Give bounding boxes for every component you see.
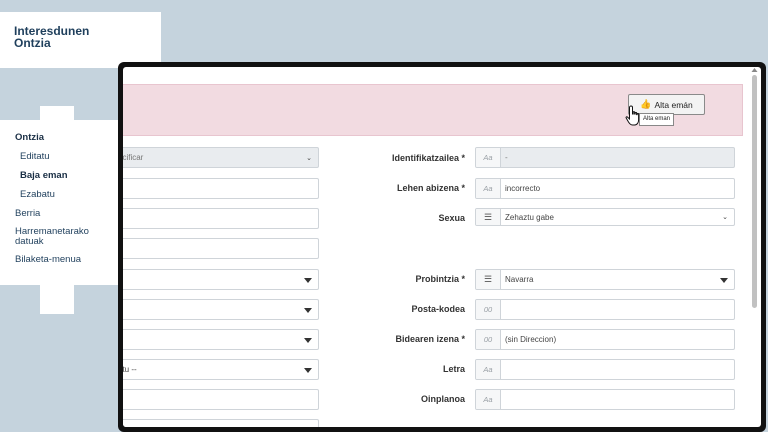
- label-letra: Letra: [442, 364, 465, 374]
- left-select-5[interactable]: [123, 269, 319, 290]
- text-addon-icon: Aa: [476, 360, 501, 379]
- letra-input[interactable]: Aa: [475, 359, 735, 380]
- caret-down-icon: [304, 338, 312, 343]
- bidearen-izena-input[interactable]: 00 (sin Direccion): [475, 329, 735, 350]
- left-select-1[interactable]: ecificar ⌄: [123, 147, 319, 168]
- number-addon-icon: 00: [476, 330, 501, 349]
- form-screen: 👍 Alta emán Alta eman ecificar ⌄ o: [123, 67, 761, 427]
- left-select-7[interactable]: [123, 329, 319, 350]
- posta-kodea-input[interactable]: 00: [475, 299, 735, 320]
- sexua-select[interactable]: ☰ Zehaztu gabe ⌄: [475, 208, 735, 226]
- sidebar-item-ontzia[interactable]: Ontzia: [0, 132, 120, 144]
- alta-eman-label: Alta emán: [654, 99, 693, 110]
- sidebar-item-ezabatu[interactable]: Ezabatu: [0, 189, 120, 201]
- sidebar-item-berria[interactable]: Berria: [0, 208, 120, 220]
- label-bidearen-izena: Bidearen izena *: [395, 334, 465, 344]
- app-title-line2: Ontzia: [14, 36, 51, 50]
- sidebar-item-harremanetarako[interactable]: Harremanetarako datuak: [0, 227, 100, 247]
- label-oinplanoa: Oinplanoa: [420, 394, 465, 404]
- label-posta-kodea: Posta-kodea: [411, 304, 465, 314]
- list-icon: ☰: [476, 209, 501, 225]
- list-icon: ☰: [476, 270, 501, 289]
- label-identifikatzailea: Identifikatzailea *: [391, 153, 465, 163]
- left-input-4[interactable]: [123, 238, 319, 259]
- left-input-10[interactable]: [123, 419, 319, 427]
- left-input-2[interactable]: o: [123, 178, 319, 199]
- decorative-block: [40, 284, 74, 314]
- identifikatzailea-input[interactable]: Aa -: [475, 147, 735, 168]
- sidebar-item-baja-eman[interactable]: Baja eman: [0, 170, 120, 182]
- sidebar-item-bilaketa-menua[interactable]: Bilaketa-menua: [0, 254, 120, 266]
- scrollbar-thumb[interactable]: [752, 75, 757, 308]
- text-addon-icon: Aa: [476, 390, 501, 409]
- app-title-card: Interesdunen Ontzia: [0, 12, 161, 68]
- text-addon-icon: Aa: [476, 179, 501, 198]
- caret-down-icon: [304, 308, 312, 313]
- sidebar-nav: Ontzia Editatu Baja eman Ezabatu Berria …: [0, 120, 120, 285]
- left-select-6[interactable]: [123, 299, 319, 320]
- text-addon-icon: Aa: [476, 148, 501, 167]
- left-input-9[interactable]: [123, 389, 319, 410]
- scroll-up-arrow-icon[interactable]: [751, 67, 758, 73]
- zoom-frame: 👍 Alta emán Alta eman ecificar ⌄ o: [118, 62, 766, 432]
- oinplanoa-input[interactable]: Aa: [475, 389, 735, 410]
- caret-down-icon: [304, 278, 312, 283]
- label-probintzia: Probintzia *: [415, 274, 465, 284]
- lehen-abizena-input[interactable]: Aa incorrecto: [475, 178, 735, 199]
- caret-down-icon: [720, 278, 728, 283]
- number-addon-icon: 00: [476, 300, 501, 319]
- caret-down-icon: [304, 368, 312, 373]
- chevron-down-icon: ⌄: [722, 214, 728, 221]
- left-input-3[interactable]: [123, 208, 319, 229]
- alta-tooltip: Alta eman: [639, 113, 675, 126]
- chevron-down-icon: ⌄: [306, 154, 312, 162]
- hand-cursor-icon: [625, 105, 640, 126]
- probintzia-select[interactable]: ☰ Navarra: [475, 269, 735, 290]
- sidebar-item-editatu[interactable]: Editatu: [0, 151, 120, 163]
- label-sexua: Sexua: [438, 213, 465, 223]
- label-lehen-abizena: Lehen abizena *: [396, 183, 465, 193]
- left-select-8[interactable]: atu --: [123, 359, 319, 380]
